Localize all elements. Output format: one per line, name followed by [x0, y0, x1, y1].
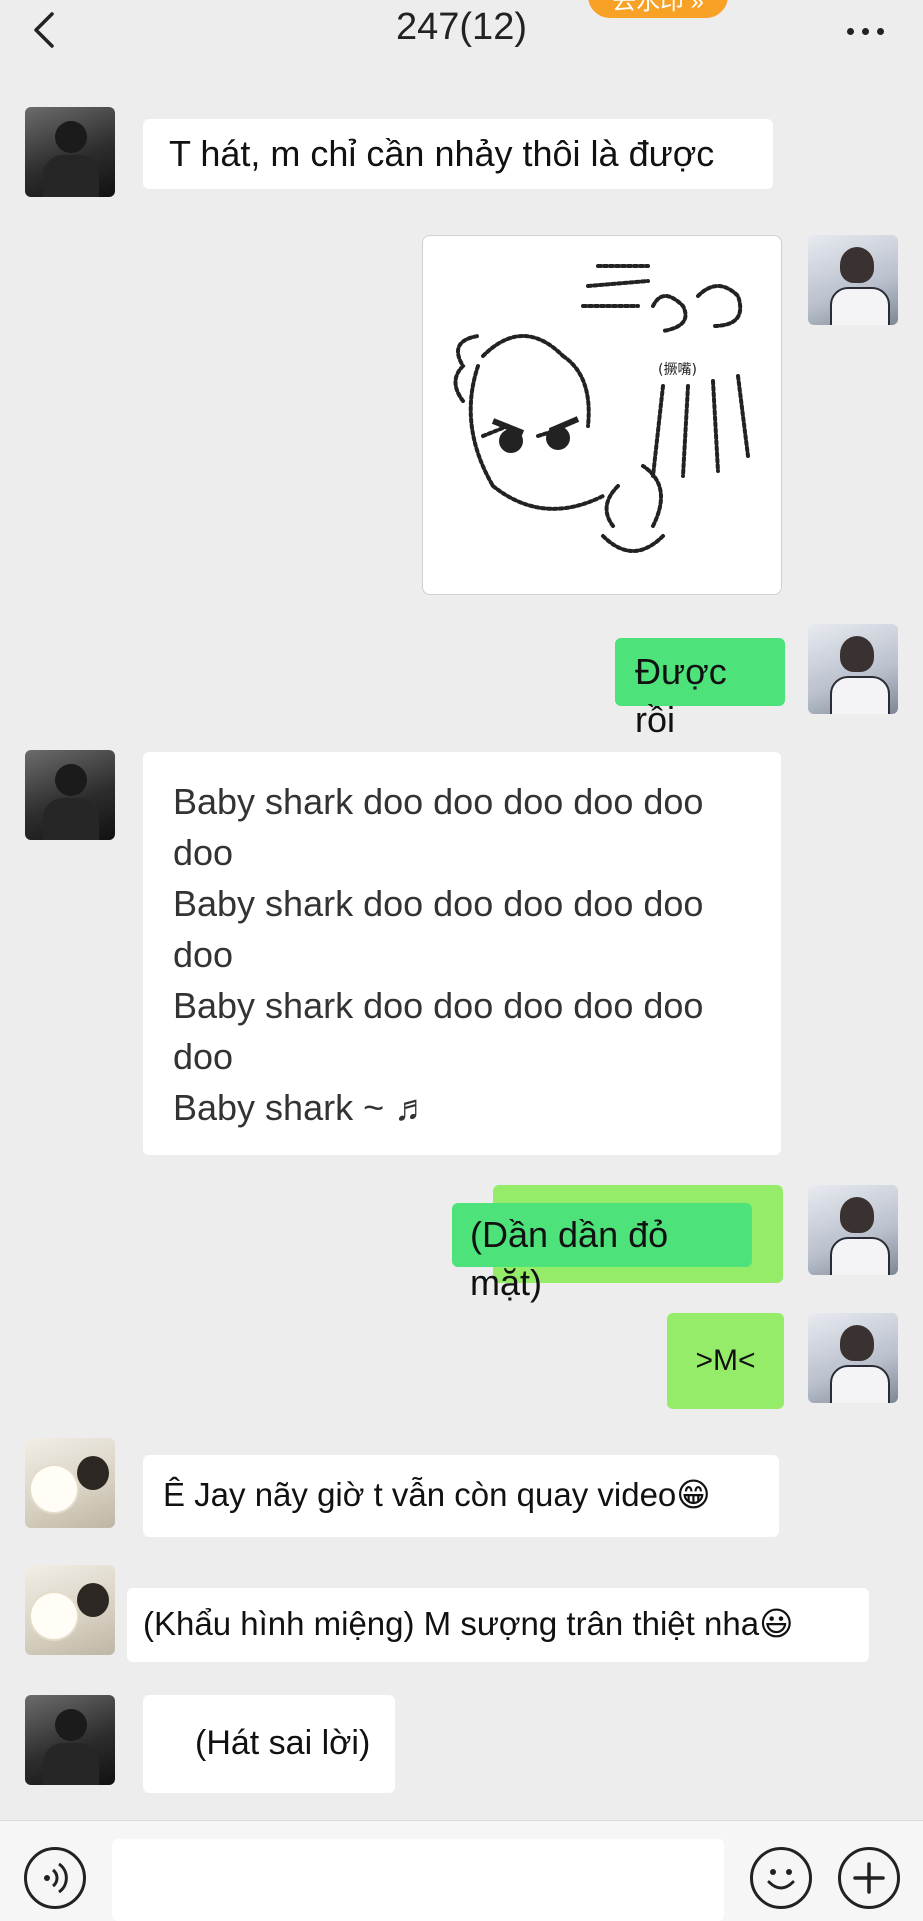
- message-text: Ê Jay nãy giờ t vẫn còn quay video: [163, 1476, 677, 1513]
- message-text: (Dần dần đỏ mặt): [470, 1214, 669, 1303]
- message-text: >M<: [695, 1344, 756, 1377]
- message-text: (Hát sai lời): [195, 1724, 371, 1762]
- grin-emoji-icon: 😁: [676, 1475, 711, 1514]
- emoji-button[interactable]: [750, 1847, 812, 1909]
- avatar-boy-dark[interactable]: [25, 750, 115, 840]
- avatar-dog-boy[interactable]: [25, 1565, 115, 1655]
- avatar-boy-dark[interactable]: [25, 1695, 115, 1785]
- message-line: doo: [173, 1036, 234, 1077]
- message-text: Được rồi: [635, 651, 727, 740]
- voice-button[interactable]: [24, 1847, 86, 1909]
- smile-emoji-icon: 😃: [759, 1604, 794, 1643]
- message-bubble[interactable]: T hát, m chỉ cần nhảy thôi là được: [143, 119, 773, 189]
- cartoon-cat-sticker: (撅嘴): [453, 264, 750, 553]
- emoji-icon: [767, 1869, 795, 1890]
- avatar-boy-dark[interactable]: [25, 107, 115, 197]
- message-line: Baby shark doo doo doo doo doo: [173, 781, 704, 822]
- avatar-boy-light[interactable]: [808, 624, 898, 714]
- message-text: (Khẩu hình miệng) M sượng trân thiệt nha: [143, 1605, 760, 1642]
- message-bubble[interactable]: (Khẩu hình miệng) M sượng trân thiệt nha…: [127, 1588, 869, 1662]
- chat-title: 247(12): [396, 6, 527, 48]
- message-line: Baby shark ~ ♬: [173, 1087, 431, 1128]
- promo-badge[interactable]: 去水印 »: [588, 0, 728, 18]
- message-bubble-label: (Dần dần đỏ mặt): [452, 1203, 752, 1303]
- avatar-boy-light[interactable]: [808, 235, 898, 325]
- more-dots-icon[interactable]: [847, 22, 897, 36]
- input-bar: [0, 1820, 923, 1921]
- sticker-caption: (撅嘴): [658, 362, 697, 378]
- chat-header: 247(12) 去水印 »: [0, 0, 923, 70]
- avatar-boy-light[interactable]: [808, 1313, 898, 1403]
- message-line: doo: [173, 934, 234, 975]
- message-bubble[interactable]: (Hát sai lời): [143, 1695, 395, 1793]
- sticker-image[interactable]: (撅嘴): [422, 235, 782, 595]
- message-line: doo: [173, 832, 234, 873]
- message-text: T hát, m chỉ cần nhảy thôi là được: [169, 133, 715, 174]
- message-bubble[interactable]: >M<: [667, 1313, 784, 1409]
- message-line: Baby shark doo doo doo doo doo: [173, 985, 704, 1026]
- message-bubble[interactable]: Baby shark doo doo doo doo doo doo Baby …: [143, 752, 781, 1155]
- message-line: Baby shark doo doo doo doo doo: [173, 883, 704, 924]
- voice-icon: [44, 1862, 68, 1894]
- plus-button[interactable]: [838, 1847, 900, 1909]
- message-bubble[interactable]: Được rồi: [615, 638, 785, 740]
- avatar-dog-boy[interactable]: [25, 1438, 115, 1528]
- message-input[interactable]: [112, 1839, 724, 1921]
- message-bubble[interactable]: Ê Jay nãy giờ t vẫn còn quay video😁: [143, 1455, 779, 1537]
- plus-icon: [853, 1862, 885, 1894]
- avatar-boy-light[interactable]: [808, 1185, 898, 1275]
